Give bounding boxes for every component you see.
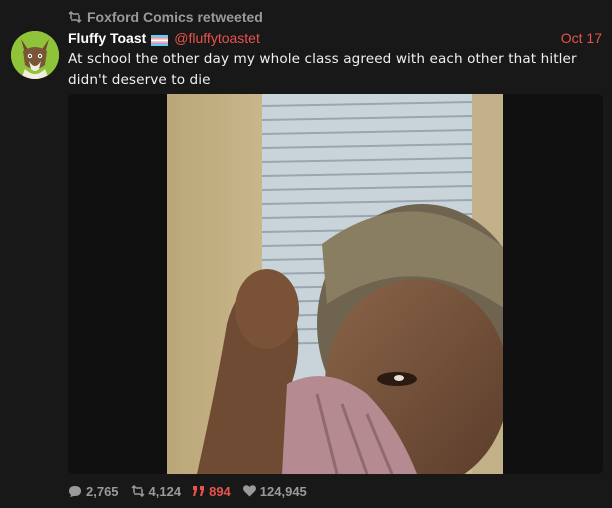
tweet-media[interactable] — [68, 94, 603, 474]
retweet-icon — [68, 11, 82, 23]
reply-count: 2,765 — [86, 483, 119, 499]
fox-avatar-icon — [11, 31, 59, 79]
retweet-icon — [131, 485, 145, 497]
quote-button[interactable]: 894 — [193, 484, 231, 499]
tweet-photo — [167, 94, 503, 474]
reply-button[interactable]: 2,765 — [68, 484, 119, 499]
quote-count: 894 — [209, 483, 231, 499]
author-handle[interactable]: @fluffytoastet — [174, 30, 260, 46]
tweet-header: Fluffy Toast @fluffytoastet Oct 17 — [68, 29, 602, 47]
avatar[interactable] — [11, 31, 59, 79]
retweeted-by-label: Foxford Comics retweeted — [87, 9, 263, 25]
like-count: 124,945 — [259, 483, 307, 499]
like-button[interactable]: 124,945 — [242, 483, 307, 499]
quote-icon — [193, 485, 205, 497]
retweet-indicator[interactable]: Foxford Comics retweeted — [68, 8, 263, 26]
tweet-stats: 2,765 4,124 894 124,945 — [68, 482, 319, 500]
reply-icon — [68, 485, 82, 498]
trans-flag-icon — [151, 33, 169, 46]
author-name[interactable]: Fluffy Toast — [68, 30, 146, 46]
heart-icon — [242, 485, 256, 497]
tweet-text: At school the other day my whole class a… — [68, 51, 577, 88]
tweet-date[interactable]: Oct 17 — [561, 30, 602, 46]
retweet-count: 4,124 — [148, 483, 182, 499]
retweet-button[interactable]: 4,124 — [131, 483, 182, 499]
